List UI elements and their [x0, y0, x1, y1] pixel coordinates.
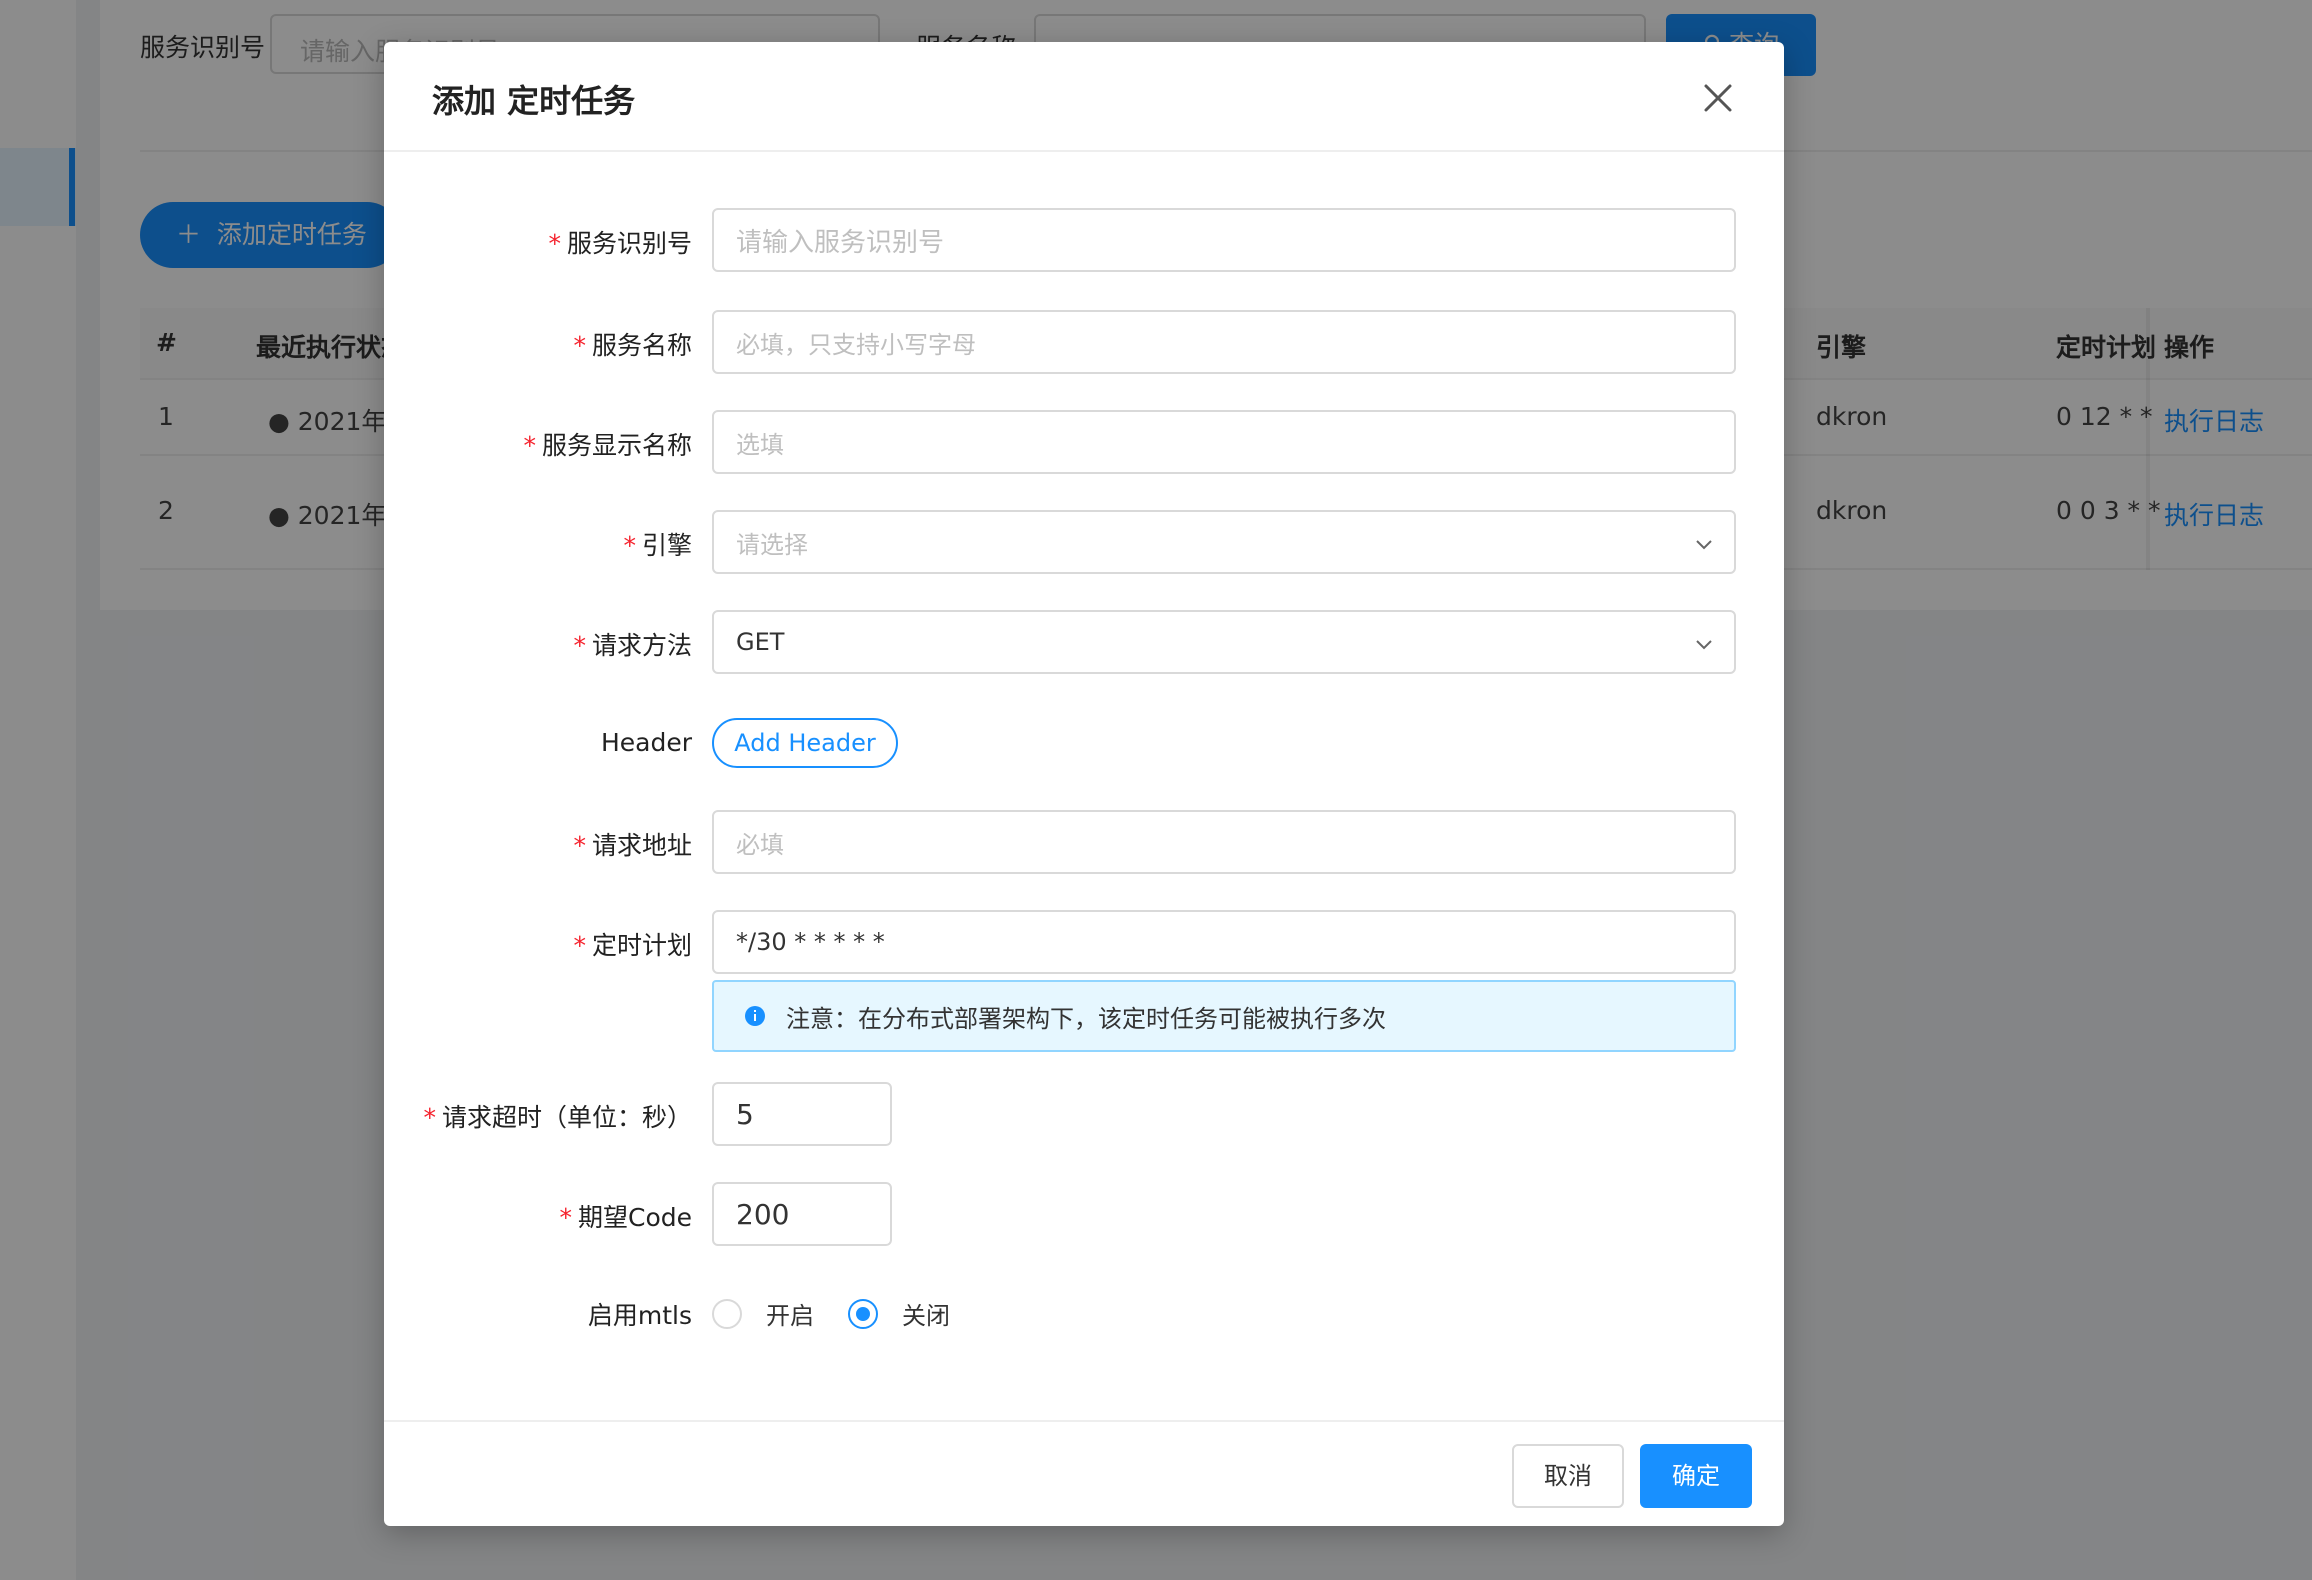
service-name-label: * 服务名称: [573, 331, 692, 360]
service-id-label: * 服务识别号: [548, 229, 692, 258]
method-select[interactable]: GET: [712, 610, 1736, 674]
timeout-input[interactable]: 5: [712, 1082, 892, 1146]
service-id-input[interactable]: 请输入服务识别号: [712, 208, 1736, 272]
chevron-down-icon: [1696, 540, 1712, 550]
mtls-label: 启用mtls: [587, 1301, 692, 1330]
mtls-radio-off[interactable]: [848, 1298, 878, 1329]
engine-select[interactable]: 请选择: [712, 510, 1736, 574]
mtls-radio-off-label[interactable]: 关闭: [902, 1296, 950, 1331]
mtls-radio-on[interactable]: [712, 1298, 742, 1329]
mtls-radio-group: 开启 关闭: [712, 1296, 984, 1331]
display-name-label: * 服务显示名称: [523, 431, 692, 460]
schedule-input[interactable]: */30 * * * * *: [712, 910, 1736, 974]
chevron-down-icon: [1696, 640, 1712, 650]
cancel-button[interactable]: 取消: [1512, 1444, 1624, 1508]
schedule-note-text: 注意：在分布式部署架构下，该定时任务可能被执行多次: [786, 1004, 1386, 1033]
timeout-label: * 请求超时（单位：秒）: [423, 1103, 692, 1132]
url-label: * 请求地址: [573, 831, 692, 860]
add-header-button[interactable]: Add Header: [712, 718, 898, 768]
modal-title: 添加 定时任务: [432, 82, 636, 120]
ok-button[interactable]: 确定: [1640, 1444, 1752, 1508]
expected-code-label: * 期望Code: [559, 1203, 692, 1232]
info-icon: [745, 1006, 765, 1026]
mtls-radio-on-label[interactable]: 开启: [766, 1296, 814, 1331]
header-label: Header: [600, 728, 692, 757]
url-input[interactable]: 必填: [712, 810, 1736, 874]
engine-label: * 引擎: [623, 531, 692, 560]
close-icon[interactable]: [1700, 80, 1736, 116]
add-task-modal: 添加 定时任务 * 服务识别号 请输入服务识别号 * 服务名称 必填，只支持小写字母…: [384, 42, 1784, 1526]
method-label: * 请求方法: [573, 631, 692, 660]
service-name-input[interactable]: 必填，只支持小写字母: [712, 310, 1736, 374]
display-name-input[interactable]: 选填: [712, 410, 1736, 474]
expected-code-input[interactable]: 200: [712, 1182, 892, 1246]
schedule-label: * 定时计划: [573, 931, 692, 960]
modal-footer: 取消 确定: [384, 1420, 1784, 1526]
modal-header: 添加 定时任务: [384, 42, 1784, 152]
schedule-note-alert: 注意：在分布式部署架构下，该定时任务可能被执行多次: [712, 980, 1736, 1052]
